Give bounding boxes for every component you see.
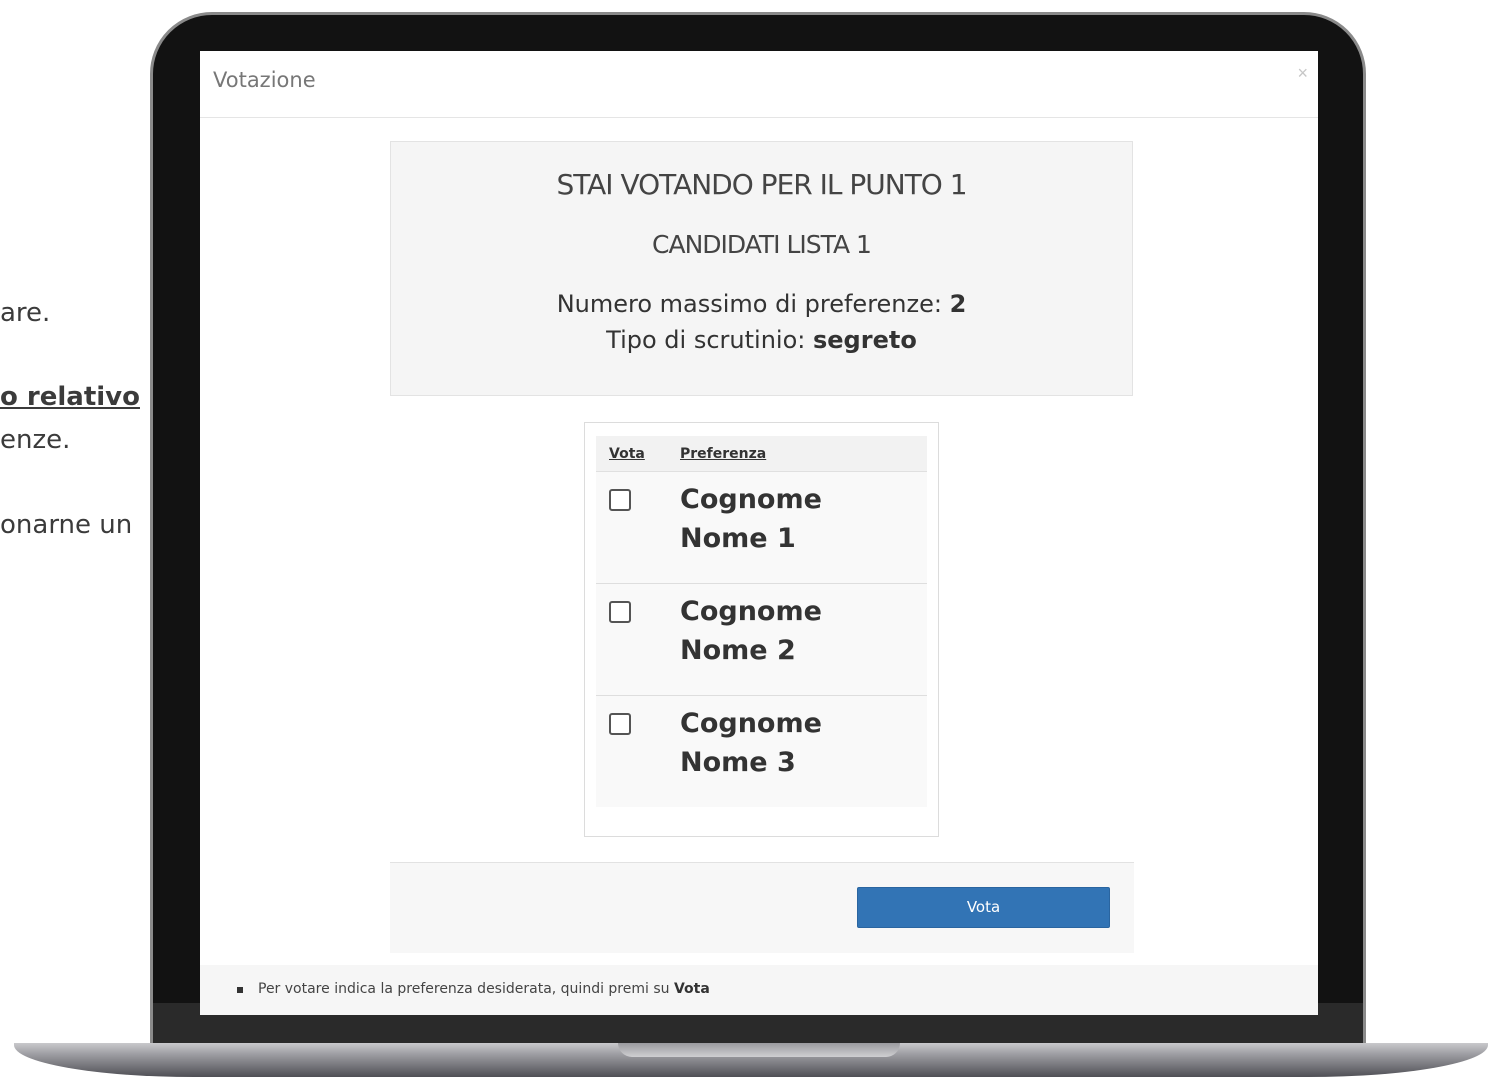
preferences-panel: Vota Preferenza Cognome Nome 1 Cognome N…: [584, 422, 939, 837]
vote-checkbox[interactable]: [609, 713, 631, 735]
max-preferences-value: 2: [949, 290, 967, 318]
background-text: onarne un: [0, 510, 133, 540]
help-bar: Per votare indica la preferenza desidera…: [200, 965, 1318, 1015]
table-row: Cognome Nome 3: [596, 696, 927, 807]
vote-button[interactable]: Vota: [857, 887, 1110, 928]
vote-point-title: STAI VOTANDO PER IL PUNTO 1: [556, 168, 967, 201]
candidate-name: Cognome Nome 2: [680, 596, 822, 666]
bullet-icon: [237, 987, 243, 993]
modal-footer: Vota: [390, 862, 1134, 953]
vote-checkbox[interactable]: [609, 601, 631, 623]
candidate-list-name: CANDIDATI LISTA 1: [652, 230, 872, 259]
candidate-name: Cognome Nome 3: [680, 708, 822, 778]
background-text: enze.: [0, 425, 71, 455]
stage: are. o relativo enze. onarne un Votazion…: [0, 0, 1488, 1077]
modal-header: Votazione ×: [200, 51, 1318, 118]
background-text: are.: [0, 298, 51, 328]
vote-checkbox[interactable]: [609, 489, 631, 511]
column-header-preference[interactable]: Preferenza: [680, 446, 766, 462]
help-text: Per votare indica la preferenza desidera…: [258, 981, 710, 997]
vote-info-box: STAI VOTANDO PER IL PUNTO 1 CANDIDATI LI…: [390, 141, 1133, 396]
laptop-notch: [618, 1043, 900, 1057]
help-text-main: Per votare indica la preferenza desidera…: [258, 981, 674, 997]
candidate-name: Cognome Nome 1: [680, 484, 822, 554]
background-link-text: o relativo: [0, 382, 140, 412]
table-row: Cognome Nome 1: [596, 472, 927, 584]
table-header: Vota Preferenza: [596, 436, 927, 472]
column-header-vote[interactable]: Vota: [609, 446, 645, 462]
ballot-type-value: segreto: [812, 326, 917, 354]
ballot-type-label: Tipo di scrutinio:: [606, 326, 813, 354]
laptop-screen: Votazione × STAI VOTANDO PER IL PUNTO 1 …: [200, 51, 1318, 1015]
modal-title: Votazione: [213, 68, 316, 92]
max-preferences-label: Numero massimo di preferenze:: [556, 290, 950, 318]
close-icon[interactable]: ×: [1297, 63, 1308, 84]
ballot-type: Tipo di scrutinio: segreto: [391, 326, 1132, 354]
table-row: Cognome Nome 2: [596, 584, 927, 696]
preferences-table: Vota Preferenza Cognome Nome 1 Cognome N…: [596, 436, 927, 807]
max-preferences: Numero massimo di preferenze: 2: [391, 290, 1132, 318]
help-text-bold: Vota: [673, 981, 710, 997]
